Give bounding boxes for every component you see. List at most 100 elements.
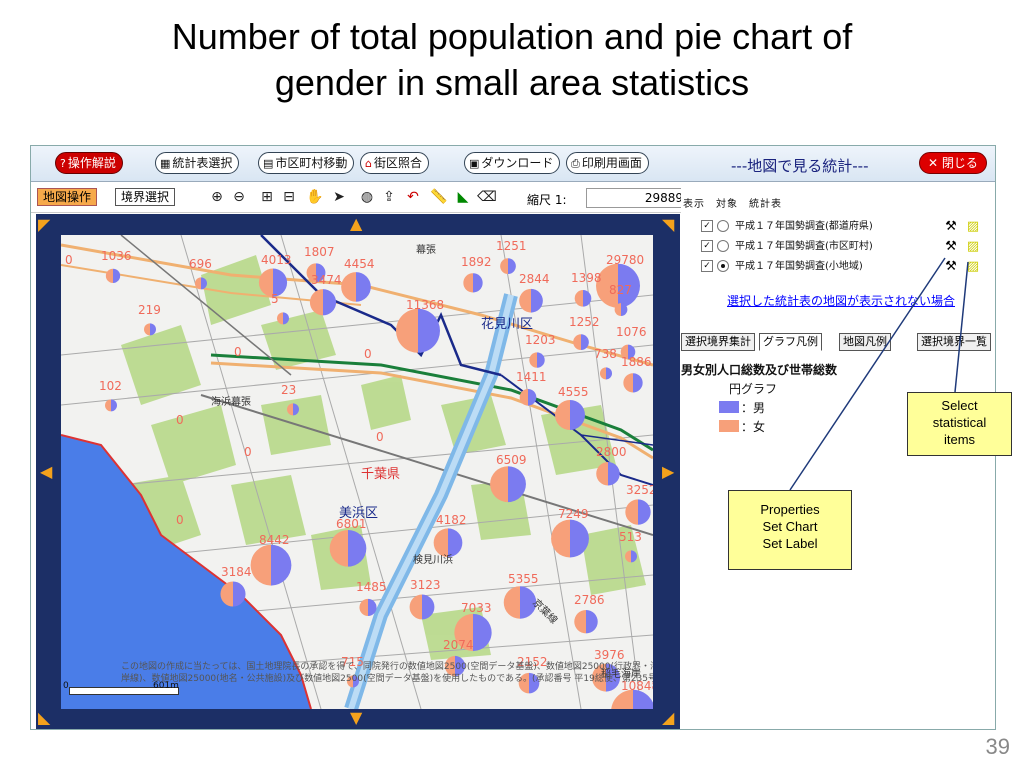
- population-label: 513: [619, 530, 642, 544]
- legend-label-male: ：男: [741, 401, 766, 415]
- stat-checkbox[interactable]: ✓: [701, 240, 713, 252]
- zoom-in-icon[interactable]: ⊕: [207, 187, 227, 207]
- pan-south-icon[interactable]: ▼: [350, 710, 362, 726]
- population-label: 1398: [571, 271, 602, 285]
- slide-title: Number of total population and pie chart…: [0, 14, 1024, 106]
- stat-row-municipality[interactable]: ✓ 平成１７年国勢調査(市区町村): [701, 239, 873, 255]
- stat-row-prefecture[interactable]: ✓ 平成１７年国勢調査(都道府県): [701, 219, 873, 235]
- population-label: 4454: [344, 257, 375, 271]
- place-label-mihama-ku: 美浜区: [339, 506, 379, 521]
- population-label: 2800: [596, 445, 627, 459]
- population-label: 219: [138, 303, 161, 317]
- stat-checkbox[interactable]: ✓: [701, 260, 713, 272]
- pan-west-icon[interactable]: ◀: [40, 464, 52, 480]
- panel-header: 表示 対象 統計表: [683, 199, 782, 210]
- population-label: 0: [176, 413, 184, 427]
- population-label: 2786: [574, 593, 605, 607]
- population-label: 2844: [519, 272, 550, 286]
- save-icon: ▣: [469, 157, 480, 170]
- select-items-icon[interactable]: ▨: [965, 219, 981, 235]
- place-label-hanamigawa-ku: 花見川区: [481, 317, 534, 332]
- zoom-box-out-icon[interactable]: ⊟: [279, 187, 299, 207]
- measure-area-icon[interactable]: ◣: [453, 187, 473, 207]
- scale-label: 縮尺 1:: [527, 193, 567, 207]
- pan-northwest-icon[interactable]: ◤: [38, 217, 50, 233]
- tab-selected-boundary-list[interactable]: 選択境界一覧: [917, 333, 991, 351]
- top-toolbar: ? 操作解説 ▦ 統計表選択 ▤ 市区町村移動 ⌂ 街区照合 ▣ ダウンロード ⎙ 印刷用画…: [31, 146, 995, 182]
- app-window: ? 操作解説 ▦ 統計表選択 ▤ 市区町村移動 ⌂ 街区照合 ▣ ダウンロード ⎙ 印刷用画…: [30, 145, 996, 730]
- pan-southwest-icon[interactable]: ◣: [38, 710, 50, 726]
- pan-hand-icon[interactable]: ✋: [305, 187, 325, 207]
- pan-northeast-icon[interactable]: ◥: [662, 217, 674, 233]
- map-not-displayed-link[interactable]: 選択した統計表の地図が表示されない場合: [727, 292, 955, 309]
- map-credit: この地図の作成に当たっては、国土地理院長の承認を得て、同院発行の数値地図2500…: [121, 662, 653, 684]
- tab-selected-boundary-total[interactable]: 選択境界集計: [681, 333, 755, 351]
- population-label: 0: [234, 345, 242, 359]
- stat-radio[interactable]: [717, 240, 729, 252]
- tab-graph-legend[interactable]: グラフ凡例: [759, 333, 822, 351]
- block-match-button[interactable]: ⌂ 街区照合: [360, 152, 429, 174]
- pan-southeast-icon[interactable]: ◢: [662, 710, 674, 726]
- measure-distance-icon[interactable]: 📏: [429, 187, 449, 207]
- tab-map-operation[interactable]: 地図操作: [37, 188, 98, 206]
- scalebar-right-label: 601m: [153, 681, 179, 691]
- population-label: 11368: [406, 298, 445, 312]
- stat-radio[interactable]: [717, 220, 729, 232]
- pointer-icon[interactable]: ➤: [329, 187, 349, 207]
- population-label: 2074: [443, 638, 474, 652]
- population-label: 1251: [496, 239, 527, 253]
- population-label: 0: [364, 347, 372, 361]
- population-label: 3976: [594, 648, 625, 662]
- zoom-box-in-icon[interactable]: ⊞: [257, 187, 277, 207]
- population-label: 7249: [558, 507, 589, 521]
- population-label: 696: [189, 257, 212, 271]
- help-button[interactable]: ? 操作解説: [55, 152, 123, 174]
- tab-map-legend[interactable]: 地図凡例: [839, 333, 891, 351]
- tab-boundary-select[interactable]: 境界選択: [115, 188, 176, 206]
- stat-row-small-area[interactable]: ✓ 平成１７年国勢調査(小地域): [701, 259, 863, 275]
- legend-swatch-female: [719, 420, 739, 432]
- stat-checkbox[interactable]: ✓: [701, 220, 713, 232]
- callout-properties: Properties Set Chart Set Label: [728, 490, 852, 570]
- population-label: 1886: [621, 355, 652, 369]
- properties-icon[interactable]: ⚒: [943, 239, 959, 255]
- population-label: 3184: [221, 565, 252, 579]
- select-items-icon[interactable]: ▨: [965, 259, 981, 275]
- population-label: 5355: [508, 572, 539, 586]
- population-label: 5: [271, 292, 279, 306]
- population-label: 0: [244, 445, 252, 459]
- eraser-icon[interactable]: ⌫: [477, 187, 497, 207]
- table-select-button[interactable]: ▦ 統計表選択: [155, 152, 240, 174]
- scale-input[interactable]: 29889: [586, 188, 688, 208]
- select-items-icon[interactable]: ▨: [965, 239, 981, 255]
- slide-title-line1: Number of total population and pie chart…: [171, 16, 853, 57]
- map-frame: ◤ ▲ ◥ ◀ ▶ ◣ ▼ ◢ 1036 0 696 4013 1807 445…: [36, 214, 680, 729]
- table-icon: ▦: [160, 157, 171, 170]
- city-move-button[interactable]: ▤ 市区町村移動: [258, 152, 355, 174]
- population-label: 1485: [356, 580, 387, 594]
- stat-radio-selected[interactable]: [717, 260, 729, 272]
- pan-north-icon[interactable]: ▲: [350, 216, 362, 232]
- panel-tabs: 選択境界集計 グラフ凡例 地図凡例 選択境界一覧: [681, 333, 995, 351]
- zoom-out-icon[interactable]: ⊖: [229, 187, 249, 207]
- print-icon: ⎙: [571, 157, 580, 170]
- close-button[interactable]: ✕ 閉じる: [919, 152, 987, 174]
- legend-swatch-male: [719, 401, 739, 413]
- globe-icon[interactable]: ◍: [357, 187, 377, 207]
- population-label: 7033: [461, 601, 492, 615]
- export-icon[interactable]: ⇪: [379, 187, 399, 207]
- population-labels: 1036 0 696 4013 1807 4454 3474 5 1892 1251 2844 139…: [61, 235, 653, 709]
- population-label: 4182: [436, 513, 467, 527]
- place-label-makuhari: 幕張: [416, 245, 436, 256]
- map-canvas[interactable]: 1036 0 696 4013 1807 4454 3474 5 1892 1251 2844 139…: [61, 235, 653, 709]
- population-label: 3123: [410, 578, 441, 592]
- download-button[interactable]: ▣ ダウンロード: [464, 152, 561, 174]
- right-panel: 表示 対象 統計表 ✓ 平成１７年国勢調査(都道府県) ✓ 平成１７年国勢調査(市区…: [681, 183, 995, 729]
- help-icon: ?: [60, 157, 66, 170]
- print-button[interactable]: ⎙ 印刷用画面: [566, 152, 649, 174]
- undo-icon[interactable]: ↶: [403, 187, 423, 207]
- population-label: 1411: [516, 370, 547, 384]
- properties-icon[interactable]: ⚒: [943, 259, 959, 275]
- pan-east-icon[interactable]: ▶: [662, 464, 674, 480]
- properties-icon[interactable]: ⚒: [943, 219, 959, 235]
